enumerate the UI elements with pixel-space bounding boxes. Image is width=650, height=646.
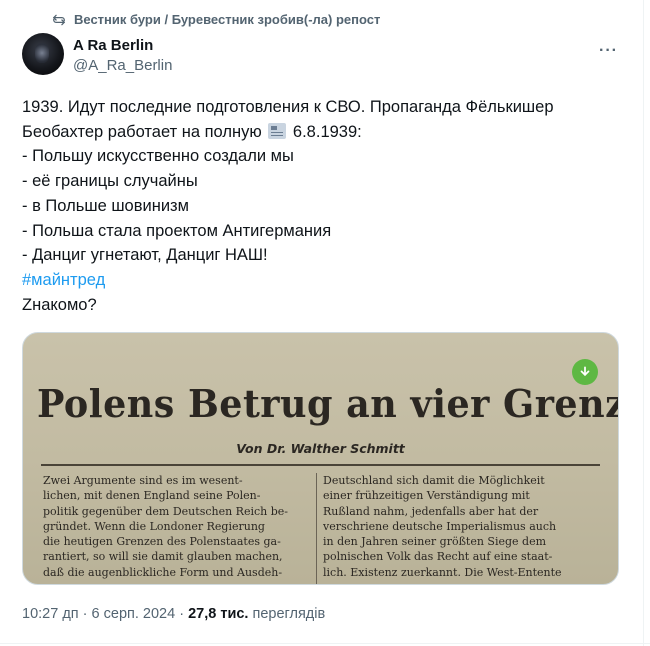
newspaper-headline: Polens Betrug an vier Grenzen [37,381,619,426]
download-button[interactable] [572,359,598,385]
tweet-list-item: - её границы случайны [22,172,198,191]
avatar[interactable] [22,33,64,75]
more-options-button[interactable]: ··· [599,42,618,60]
column-border [643,0,644,646]
newspaper-column-right: Deutschland sich damit die Möglichkeit e… [323,474,562,579]
meta-separator: · [179,606,185,622]
views-count[interactable]: 27,8 тис. [188,606,248,622]
attached-image[interactable]: Polens Betrug an vier Grenzen Von Dr. Wa… [22,332,619,585]
hashtag-link[interactable]: #майнтред [22,268,622,293]
tweet-time[interactable]: 10:27 дп [22,606,79,622]
tweet-list-item: - в Польше шовинизм [22,196,189,215]
tweet-line: Беобахтер работает на полную 6.8.1939: [22,122,362,141]
column-separator [316,473,317,584]
author-name[interactable]: A Ra Berlin [73,37,153,54]
newspaper-rule [41,464,600,466]
newspaper-emoji-icon [268,122,287,139]
tweet-list-item: - Данциг угнетают, Данциг НАШ! [22,246,268,265]
repost-icon [53,14,65,25]
tweet-body: 1939. Идут последние подготовления к СВО… [22,95,622,317]
tweet-date[interactable]: 6 серп. 2024 [92,606,176,622]
meta-separator: · [82,606,88,622]
repost-indicator[interactable]: Вестник бури / Буревестник зробив(-ла) р… [52,12,380,27]
tweet-divider [0,643,650,644]
tweet-list-item: - Польша стала проектом Антигермания [22,221,332,240]
download-icon [580,366,590,376]
views-label: переглядів [252,606,326,622]
newspaper-column-left: Zwei Argumente sind es im wesent- lichen… [43,474,288,579]
tweet-list-item: - Польшу искусственно создали мы [22,147,294,166]
author-handle[interactable]: @A_Ra_Berlin [73,57,172,74]
tweet-line: 1939. Идут последние подготовления к СВО… [22,98,554,116]
tweet-closing: Zнакомо? [22,295,97,314]
tweet-metadata: 10:27 дп · 6 серп. 2024 · 27,8 тис. пере… [22,606,325,622]
newspaper-byline: Von Dr. Walther Schmitt [236,441,405,456]
repost-text[interactable]: Вестник бури / Буревестник зробив(-ла) р… [74,12,380,27]
